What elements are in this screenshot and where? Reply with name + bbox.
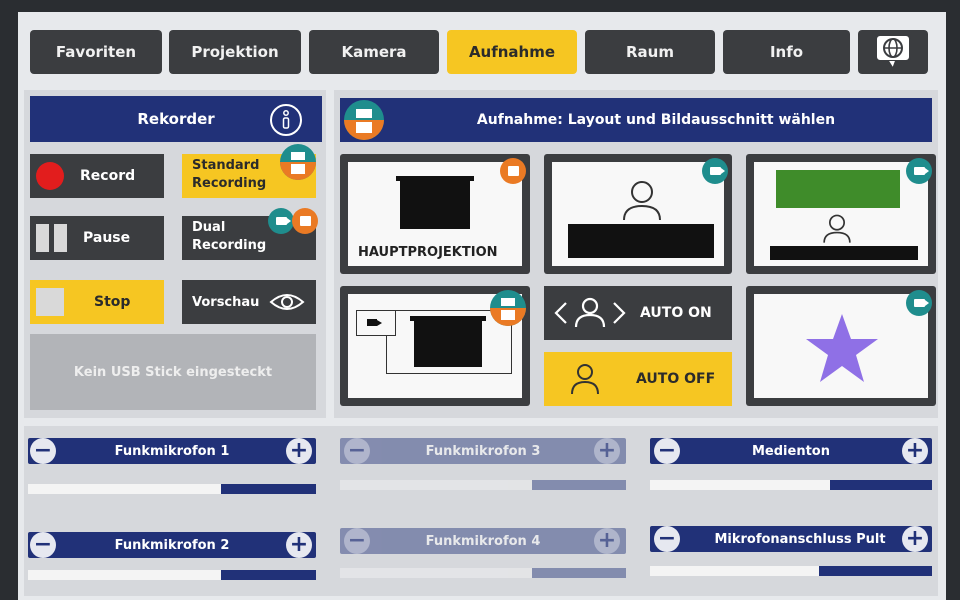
plus-icon[interactable]: + (594, 528, 620, 554)
person-icon (623, 181, 661, 221)
layout-header: Aufnahme: Layout und Bildausschnitt wähl… (340, 98, 932, 142)
level-meter[interactable] (28, 570, 316, 580)
audio-channel-medienton: Medienton (650, 438, 932, 464)
stop-button[interactable]: Stop (30, 280, 164, 324)
tab-aufnahme[interactable]: Aufnahme (447, 30, 577, 74)
tab-label: Info (769, 43, 804, 61)
touch-panel-screen: Favoriten Projektion Kamera Aufnahme Rau… (18, 12, 946, 600)
camera-icon (702, 158, 728, 184)
level-meter[interactable] (650, 480, 932, 490)
camera-projector-icon (490, 290, 526, 326)
audio-channel-label: Funkmikrofon 2 (114, 537, 230, 553)
audio-channel-funkmikrofon-2: Funkmikrofon 2 (28, 532, 316, 558)
eye-icon (269, 294, 305, 310)
preview-label: Vorschau (192, 294, 260, 310)
projector-icon (292, 208, 318, 234)
tab-label: Projektion (191, 43, 279, 61)
plus-icon[interactable]: + (902, 526, 928, 552)
tab-info[interactable]: Info (723, 30, 850, 74)
level-fill (220, 484, 316, 494)
pause-button[interactable]: Pause (30, 216, 164, 260)
minus-icon[interactable]: − (344, 438, 370, 464)
audio-channel-label: Funkmikrofon 4 (425, 533, 541, 549)
hauptprojektion-label: HAUPTPROJEKTION (358, 245, 498, 260)
record-icon (36, 162, 64, 190)
level-fill (531, 480, 626, 490)
level-meter[interactable] (340, 568, 626, 578)
auto-on-button[interactable]: AUTO ON (544, 286, 732, 340)
level-fill (830, 480, 932, 490)
layout-hauptprojektion[interactable]: HAUPTPROJEKTION (340, 154, 530, 274)
preview-button[interactable]: Vorschau (182, 280, 316, 324)
auto-off-label: AUTO OFF (636, 371, 716, 387)
minus-icon[interactable]: − (30, 438, 56, 464)
layout-picture-in-picture[interactable] (340, 286, 530, 406)
level-fill (531, 568, 626, 578)
level-meter[interactable] (28, 484, 316, 494)
camera-icon (906, 158, 932, 184)
level-meter[interactable] (340, 480, 626, 490)
plus-icon[interactable]: + (902, 438, 928, 464)
level-fill (220, 570, 316, 580)
stop-label: Stop (94, 294, 131, 310)
layout-title: Aufnahme: Layout und Bildausschnitt wähl… (476, 112, 836, 128)
person-icon (554, 297, 626, 328)
star-icon (806, 314, 878, 382)
tab-kamera[interactable]: Kamera (309, 30, 439, 74)
audio-channel-funkmikrofon-1: Funkmikrofon 1 (28, 438, 316, 464)
pause-label: Pause (83, 230, 131, 246)
projector-icon (500, 158, 526, 184)
auto-off-button[interactable]: AUTO OFF (544, 352, 732, 406)
usb-status-text: Kein USB Stick eingesteckt (73, 364, 273, 380)
minus-icon[interactable]: − (344, 528, 370, 554)
globe-icon (875, 34, 911, 72)
tab-raum[interactable]: Raum (585, 30, 715, 74)
layout-speaker[interactable] (544, 154, 732, 274)
audio-channel-mikrofonanschluss-pult: Mikrofonanschluss Pult (650, 526, 932, 552)
layout-board-speaker[interactable] (746, 154, 936, 274)
level-fill (819, 566, 932, 576)
level-meter[interactable] (650, 566, 932, 576)
person-icon (571, 364, 599, 395)
recorder-title: Rekorder (137, 110, 215, 128)
layout-favorite[interactable] (746, 286, 936, 406)
audio-channel-label: Funkmikrofon 3 (425, 443, 541, 459)
tab-label: Kamera (341, 43, 407, 61)
plus-icon[interactable]: + (286, 438, 312, 464)
audio-channel-label: Funkmikrofon 1 (114, 443, 230, 459)
standard-recording-label: Standard Recording (192, 158, 267, 191)
auto-on-label: AUTO ON (640, 305, 712, 321)
person-icon (823, 214, 851, 243)
camera-projector-icon (280, 144, 316, 180)
audio-channel-label: Mikrofonanschluss Pult (714, 531, 886, 547)
audio-channel-label: Medienton (752, 443, 830, 459)
minus-icon[interactable]: − (30, 532, 56, 558)
stop-icon (36, 288, 64, 316)
camera-icon (906, 290, 932, 316)
camera-icon (268, 208, 294, 234)
usb-status: Kein USB Stick eingesteckt (30, 334, 316, 410)
info-icon[interactable] (270, 104, 302, 136)
tab-favoriten[interactable]: Favoriten (30, 30, 162, 74)
plus-icon[interactable]: + (286, 532, 312, 558)
dual-recording-label: Dual Recording (192, 220, 267, 253)
tab-label: Raum (626, 43, 674, 61)
minus-icon[interactable]: − (654, 526, 680, 552)
record-label: Record (80, 168, 136, 184)
tab-label: Favoriten (55, 43, 137, 61)
language-button[interactable] (858, 30, 928, 74)
record-button[interactable]: Record (30, 154, 164, 198)
camera-projector-icon (344, 100, 384, 140)
plus-icon[interactable]: + (594, 438, 620, 464)
tab-label: Aufnahme (468, 43, 556, 61)
tab-projektion[interactable]: Projektion (169, 30, 301, 74)
audio-channel-funkmikrofon-4: Funkmikrofon 4 (340, 528, 626, 554)
pause-icon (36, 224, 67, 252)
minus-icon[interactable]: − (654, 438, 680, 464)
audio-channel-funkmikrofon-3: Funkmikrofon 3 (340, 438, 626, 464)
